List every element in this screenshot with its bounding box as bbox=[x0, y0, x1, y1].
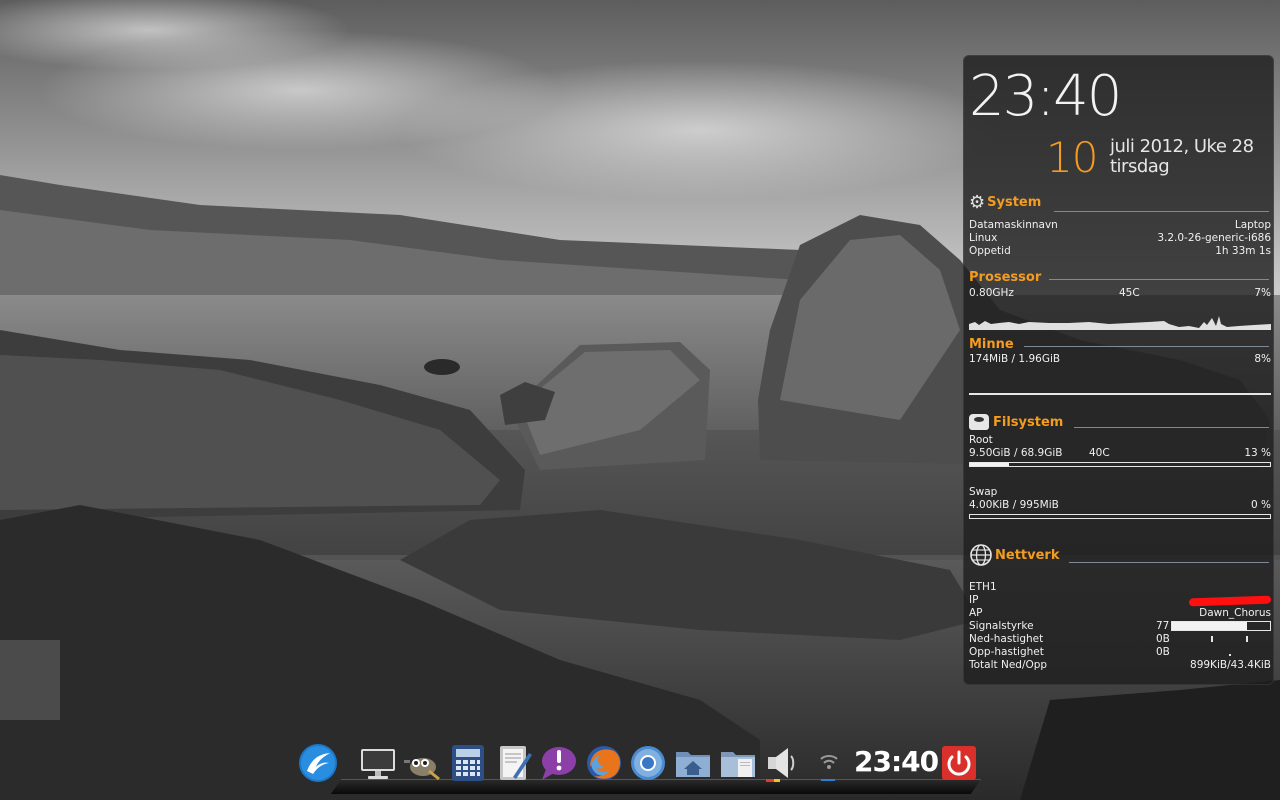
cpu-graph bbox=[969, 316, 1271, 330]
net-up-row: Opp-hastighet 0B bbox=[969, 646, 1271, 659]
redacted-ip-scribble bbox=[1188, 595, 1272, 607]
memory-graph-baseline bbox=[969, 393, 1271, 395]
net-iface: ETH1 bbox=[969, 581, 997, 593]
dock: 23:40 bbox=[296, 735, 982, 794]
memory-row: 174MiB / 1.96GiB 8% bbox=[969, 353, 1271, 365]
chromium-icon[interactable] bbox=[628, 743, 668, 783]
fs-root-label: Root bbox=[969, 434, 993, 446]
text-editor-icon[interactable] bbox=[495, 743, 535, 783]
lubuntu-menu-icon[interactable] bbox=[298, 743, 338, 783]
system-row-hostname: Datamaskinnavn Laptop bbox=[969, 219, 1271, 231]
network-section-title: Nettverk bbox=[969, 543, 1059, 567]
fs-swap-bar bbox=[969, 514, 1271, 519]
net-total-row: Totalt Ned/Opp 899KiB/43.4KiB bbox=[969, 659, 1271, 671]
pidgin-icon[interactable] bbox=[538, 743, 578, 783]
conky-clock: 23:40 bbox=[969, 64, 1122, 129]
volume-icon[interactable] bbox=[762, 743, 802, 783]
fs-swap-label: Swap bbox=[969, 486, 998, 498]
dock-clock[interactable]: 23:40 bbox=[854, 745, 939, 778]
system-row-kernel: Linux 3.2.0-26-generic-i686 bbox=[969, 232, 1271, 244]
system-row-uptime: Oppetid 1h 33m 1s bbox=[969, 245, 1271, 257]
power-button[interactable] bbox=[939, 743, 979, 783]
net-down-graph bbox=[1171, 633, 1271, 643]
filesystem-section-title: Filsystem bbox=[969, 414, 1063, 430]
fs-root-bar bbox=[969, 462, 1271, 467]
globe-icon bbox=[970, 544, 992, 566]
fs-root-row: 9.50GiB / 68.9GiB 40C 13 % bbox=[969, 447, 1271, 459]
drive-icon bbox=[969, 414, 989, 430]
conky-panel: 23:40 10 juli 2012, Uke 28 tirsdag ⚙ Sys… bbox=[963, 55, 1274, 685]
net-signal-row: Signalstyrke 77 bbox=[969, 620, 1271, 633]
net-up-graph bbox=[1171, 646, 1271, 656]
processor-section-title: Prosessor bbox=[969, 270, 1042, 285]
fs-root-bar-fill bbox=[970, 463, 1009, 466]
memory-section-title: Minne bbox=[969, 337, 1014, 352]
gear-icon: ⚙ bbox=[969, 192, 986, 213]
conky-weekday: tirsdag bbox=[1110, 156, 1170, 177]
conky-day: 10 bbox=[1046, 133, 1098, 182]
processor-row: 0.80GHz 45C 7% bbox=[969, 287, 1271, 299]
firefox-icon[interactable] bbox=[584, 743, 624, 783]
net-ip-row: IP bbox=[969, 594, 1272, 607]
net-down-row: Ned-hastighet 0B bbox=[969, 633, 1271, 646]
net-ap-row: AP Dawn_Chorus bbox=[969, 607, 1271, 619]
monitor-icon[interactable] bbox=[358, 743, 398, 783]
wifi-icon[interactable] bbox=[809, 743, 849, 783]
gimp-icon[interactable] bbox=[401, 743, 441, 783]
fs-swap-row: 4.00KiB / 995MiB 0 % bbox=[969, 499, 1271, 511]
home-folder-icon[interactable] bbox=[673, 743, 713, 783]
files-icon[interactable] bbox=[718, 743, 758, 783]
power-icon bbox=[942, 746, 976, 780]
system-section-title: ⚙ System bbox=[969, 192, 1042, 213]
conky-date: juli 2012, Uke 28 bbox=[1110, 136, 1254, 157]
calculator-icon[interactable] bbox=[448, 743, 488, 783]
net-signal-bar bbox=[1171, 621, 1271, 631]
